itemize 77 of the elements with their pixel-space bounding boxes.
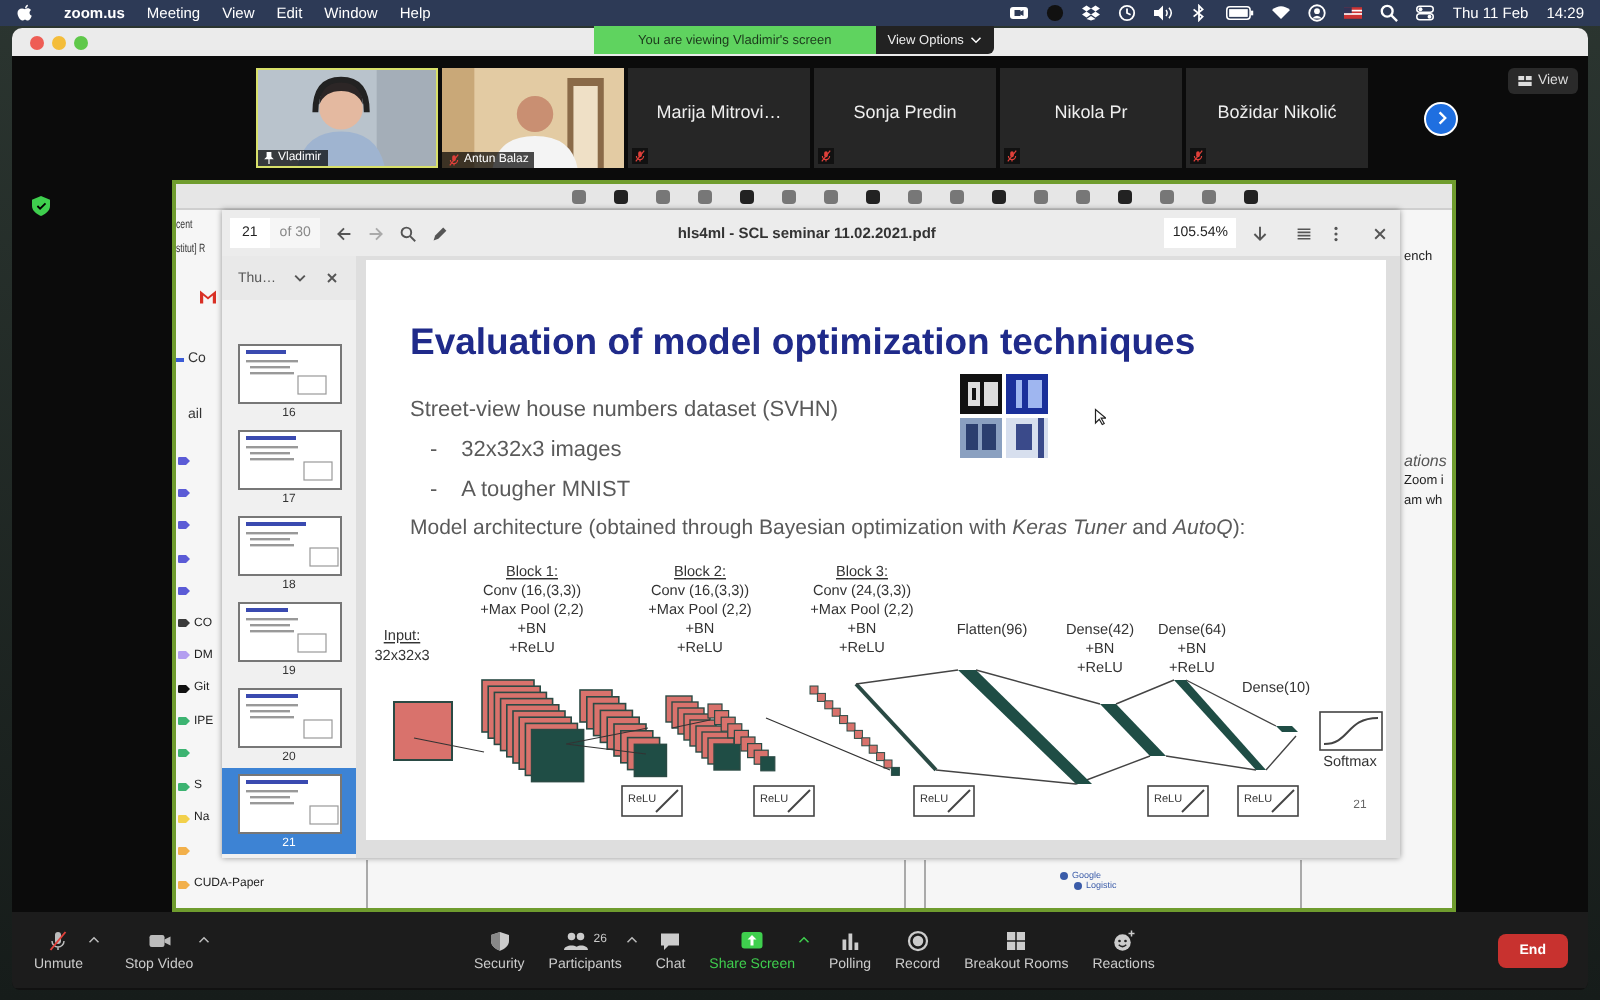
back-arrow-icon[interactable] (336, 225, 353, 241)
mouse-pointer-icon (1094, 408, 1106, 426)
slide-thumbnail (237, 774, 341, 834)
slide-thumbnail (237, 602, 341, 662)
grid-icon (1004, 929, 1029, 951)
video-camera-icon (147, 929, 172, 951)
share-screen-icon (740, 929, 765, 951)
smiley-icon (1111, 929, 1136, 951)
download-icon[interactable] (1252, 225, 1268, 241)
caret-icon[interactable] (197, 935, 210, 943)
more-options-icon[interactable] (1328, 225, 1344, 241)
video-camera-icon[interactable] (1010, 4, 1029, 22)
search-icon[interactable] (1380, 4, 1399, 22)
slide-thumbnail (237, 688, 341, 748)
participant-name: Božidar Nikolić (1215, 102, 1339, 122)
activation-plot (1147, 785, 1209, 817)
bookmark-icon[interactable] (866, 189, 880, 203)
bullet-mark: - (430, 478, 438, 502)
battery-icon[interactable] (1226, 4, 1255, 22)
slide-text: Model architecture (obtained through Bayesian optimization with Keras Tuner and AutoQ): (410, 514, 1246, 542)
record-icon (905, 929, 930, 951)
participant-tile[interactable]: Marija Mitrovi… (628, 68, 810, 168)
user-icon[interactable] (1308, 4, 1327, 22)
bullet-text: A tougher MNIST (461, 478, 631, 502)
activation-plot (753, 785, 815, 817)
activation-plot (913, 785, 975, 817)
shield-icon (487, 929, 512, 951)
slide-title: Evaluation of model optimization techniques (410, 320, 1196, 364)
participant-name: Nikola Pr (1052, 102, 1130, 122)
caret-icon[interactable] (625, 935, 638, 943)
activation-plot (621, 785, 683, 817)
page-text-fragment: ations (1404, 452, 1447, 472)
bullet-mark: - (430, 438, 438, 462)
caret-icon[interactable] (87, 935, 100, 943)
caret-icon[interactable] (798, 935, 811, 943)
bookmark-icon[interactable] (992, 189, 1006, 203)
apple-icon[interactable] (16, 4, 34, 22)
legend-dot (1060, 871, 1068, 879)
participant-tile[interactable]: Božidar Nikolić (1186, 68, 1368, 168)
speaker-icon[interactable] (1154, 4, 1173, 22)
muted-mic-icon (46, 929, 71, 951)
wifi-icon[interactable] (1272, 4, 1291, 22)
legend-dot (1074, 881, 1082, 889)
close-icon[interactable] (324, 270, 341, 286)
toggle-icon[interactable] (1416, 4, 1435, 22)
list-icon[interactable] (1296, 225, 1312, 241)
participant-name: Marija Mitrovi… (654, 102, 784, 122)
bookmark-icon[interactable] (1118, 189, 1132, 203)
grid-icon (1517, 76, 1532, 86)
pen-icon[interactable] (432, 225, 449, 241)
people-icon (563, 929, 588, 951)
search-icon[interactable] (400, 225, 417, 241)
participant-tile[interactable]: Sonja Predin (814, 68, 996, 168)
chevron-down-icon[interactable] (292, 270, 309, 286)
clock-icon[interactable] (1118, 4, 1137, 22)
participant-tile[interactable]: Nikola Pr (1000, 68, 1182, 168)
activation-plot (1237, 785, 1299, 817)
bookmark-icon[interactable] (614, 189, 628, 203)
slide-thumbnail (237, 344, 341, 404)
next-page-button[interactable] (1424, 101, 1458, 135)
slide-text: Street-view house numbers dataset (SVHN) (410, 396, 838, 424)
slide-thumbnail (237, 430, 341, 490)
slide-thumbnail (237, 516, 341, 576)
bluetooth-icon[interactable] (1190, 4, 1209, 22)
flag-icon[interactable] (1344, 4, 1363, 22)
chat-bubble-icon (658, 929, 683, 951)
bookmark-icon[interactable] (740, 189, 754, 203)
diamonds-icon[interactable] (1082, 4, 1101, 22)
bullet-text: 32x32x3 images (461, 438, 622, 462)
chevron-down-icon (969, 36, 982, 44)
bar-chart-icon (837, 929, 862, 951)
participant-name: Sonja Predin (851, 102, 959, 122)
close-window-button[interactable] (30, 35, 44, 49)
close-icon[interactable] (1372, 225, 1388, 241)
chevron-right-icon (1433, 110, 1449, 126)
shield-check-icon (32, 196, 50, 216)
bookmark-icon[interactable] (1244, 189, 1258, 203)
